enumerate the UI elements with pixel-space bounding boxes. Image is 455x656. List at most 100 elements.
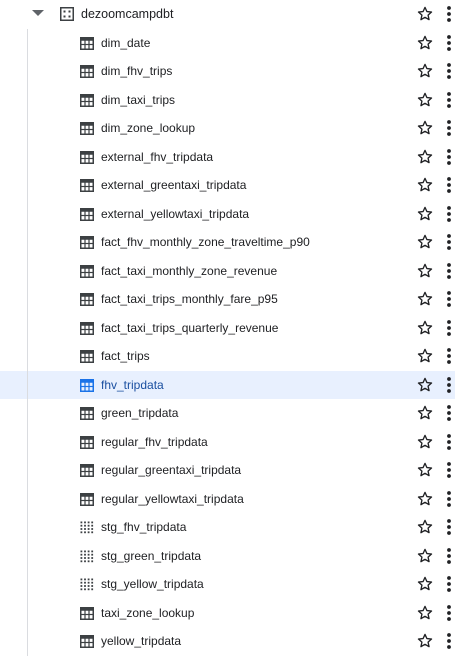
table-icon	[80, 207, 94, 221]
table-name: fact_trips	[101, 349, 150, 363]
table-row[interactable]: regular_greentaxi_tripdata	[0, 456, 455, 485]
table-row[interactable]: green_tripdata	[0, 399, 455, 428]
table-row[interactable]: yellow_tripdata	[0, 627, 455, 656]
more-vert-icon[interactable]	[444, 319, 454, 337]
star-outline-icon[interactable]	[416, 233, 434, 251]
star-outline-icon[interactable]	[416, 5, 434, 23]
more-vert-icon[interactable]	[444, 34, 454, 52]
table-row[interactable]: dim_zone_lookup	[0, 114, 455, 143]
table-row[interactable]: fact_fhv_monthly_zone_traveltime_p90	[0, 228, 455, 257]
table-row[interactable]: external_fhv_tripdata	[0, 142, 455, 171]
more-vert-icon[interactable]	[444, 604, 454, 622]
more-vert-icon[interactable]	[444, 575, 454, 593]
more-vert-icon[interactable]	[444, 547, 454, 565]
table-icon	[80, 36, 94, 50]
star-outline-icon[interactable]	[416, 148, 434, 166]
star-outline-icon[interactable]	[416, 575, 434, 593]
star-outline-icon[interactable]	[416, 119, 434, 137]
table-name: fhv_tripdata	[101, 377, 164, 392]
table-name: fact_fhv_monthly_zone_traveltime_p90	[101, 235, 310, 249]
more-vert-icon[interactable]	[444, 433, 454, 451]
more-vert-icon[interactable]	[444, 376, 454, 394]
star-outline-icon[interactable]	[416, 632, 434, 650]
table-row[interactable]: stg_yellow_tripdata	[0, 570, 455, 599]
more-vert-icon[interactable]	[444, 490, 454, 508]
table-icon	[80, 492, 94, 506]
more-vert-icon[interactable]	[444, 205, 454, 223]
star-outline-icon[interactable]	[416, 62, 434, 80]
star-outline-icon[interactable]	[416, 34, 434, 52]
more-vert-icon[interactable]	[444, 5, 454, 23]
table-name: dim_date	[101, 35, 151, 50]
table-row[interactable]: external_greentaxi_tripdata	[0, 171, 455, 200]
view-icon	[80, 578, 94, 591]
more-vert-icon[interactable]	[444, 233, 454, 251]
star-outline-icon[interactable]	[416, 347, 434, 365]
more-vert-icon[interactable]	[444, 262, 454, 280]
tree-guide-line	[27, 598, 28, 627]
more-vert-icon[interactable]	[444, 119, 454, 137]
star-outline-icon[interactable]	[416, 262, 434, 280]
table-name: green_tripdata	[101, 406, 179, 420]
dataset-row[interactable]: dezoomcampdbt	[0, 0, 455, 29]
table-name: fact_taxi_trips_quarterly_revenue	[101, 320, 279, 335]
more-vert-icon[interactable]	[444, 632, 454, 650]
more-vert-icon[interactable]	[444, 461, 454, 479]
tree-guide-line	[27, 28, 28, 57]
table-row[interactable]: dim_taxi_trips	[0, 85, 455, 114]
star-outline-icon[interactable]	[416, 518, 434, 536]
tree-guide-line	[27, 142, 28, 171]
tree-guide-line	[27, 627, 28, 656]
table-row[interactable]: fact_taxi_monthly_zone_revenue	[0, 256, 455, 285]
star-outline-icon[interactable]	[416, 205, 434, 223]
star-outline-icon[interactable]	[416, 319, 434, 337]
dataset-icon	[60, 7, 74, 21]
table-row[interactable]: regular_fhv_tripdata	[0, 427, 455, 456]
table-name: yellow_tripdata	[101, 634, 182, 648]
caret-down-icon[interactable]	[32, 10, 44, 16]
star-outline-icon[interactable]	[416, 490, 434, 508]
table-row[interactable]: external_yellowtaxi_tripdata	[0, 199, 455, 228]
more-vert-icon[interactable]	[444, 91, 454, 109]
tree-guide-line	[27, 256, 28, 285]
table-name: external_fhv_tripdata	[101, 149, 214, 164]
table-row[interactable]: regular_yellowtaxi_tripdata	[0, 484, 455, 513]
tree-guide-line	[27, 313, 28, 342]
more-vert-icon[interactable]	[444, 518, 454, 536]
table-row[interactable]: fact_taxi_trips_monthly_fare_p95	[0, 285, 455, 314]
table-row[interactable]: fact_trips	[0, 342, 455, 371]
star-outline-icon[interactable]	[416, 290, 434, 308]
more-vert-icon[interactable]	[444, 347, 454, 365]
star-outline-icon[interactable]	[416, 547, 434, 565]
star-outline-icon[interactable]	[416, 376, 434, 394]
tree-guide-line	[27, 285, 28, 314]
table-icon	[80, 150, 94, 164]
table-name: regular_greentaxi_tripdata	[101, 463, 242, 477]
table-icon	[80, 350, 94, 363]
table-row[interactable]: fact_taxi_trips_quarterly_revenue	[0, 313, 455, 342]
more-vert-icon[interactable]	[444, 176, 454, 194]
star-outline-icon[interactable]	[416, 433, 434, 451]
table-row[interactable]: fhv_tripdata	[0, 370, 455, 399]
tree-guide-line	[27, 199, 28, 228]
table-icon	[80, 378, 94, 392]
more-vert-icon[interactable]	[444, 404, 454, 422]
tree-guide-line	[27, 228, 28, 257]
tree-guide-line	[27, 57, 28, 86]
star-outline-icon[interactable]	[416, 404, 434, 422]
more-vert-icon[interactable]	[444, 290, 454, 308]
table-row[interactable]: taxi_zone_lookup	[0, 598, 455, 627]
more-vert-icon[interactable]	[444, 62, 454, 80]
star-outline-icon[interactable]	[416, 461, 434, 479]
more-vert-icon[interactable]	[444, 148, 454, 166]
star-outline-icon[interactable]	[416, 176, 434, 194]
table-name: fact_taxi_monthly_zone_revenue	[101, 263, 278, 278]
table-icon	[80, 93, 94, 107]
table-row[interactable]: dim_fhv_trips	[0, 57, 455, 86]
star-outline-icon[interactable]	[416, 604, 434, 622]
table-row[interactable]: stg_fhv_tripdata	[0, 513, 455, 542]
star-outline-icon[interactable]	[416, 91, 434, 109]
table-name: external_yellowtaxi_tripdata	[101, 206, 250, 221]
table-row[interactable]: stg_green_tripdata	[0, 541, 455, 570]
table-row[interactable]: dim_date	[0, 28, 455, 57]
